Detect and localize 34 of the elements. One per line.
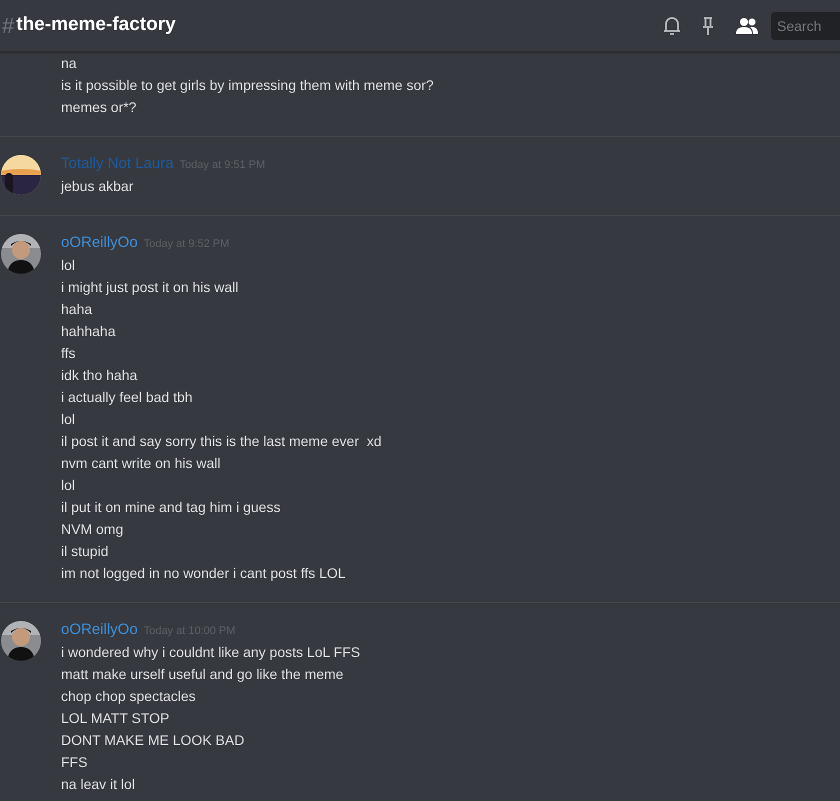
message-text: lol [61, 256, 76, 275]
message-text: il post it and say sorry this is the last meme ever xd [61, 432, 382, 451]
message-text: idk tho haha [61, 366, 138, 385]
channel-title: the-meme-factory [16, 13, 176, 38]
message-text: FFS [61, 753, 88, 772]
message-text: il put it on mine and tag him i guess [61, 498, 282, 517]
message-text: na [61, 54, 78, 73]
message-text: il stupid [61, 542, 110, 561]
author-name[interactable]: oOReillyOo [61, 232, 138, 254]
search-field[interactable]: Search [771, 12, 840, 40]
message-text: haha [61, 300, 94, 319]
message-text: lol [61, 476, 76, 495]
message-text: jebus akbar [61, 177, 134, 196]
message-text: nvm cant write on his wall [61, 454, 222, 473]
message-text: is it possible to get girls by impressing them with meme sor? [61, 76, 434, 95]
message-text: NVM omg [61, 520, 124, 539]
message-text: DONT MAKE ME LOOK BAD [61, 731, 246, 750]
message-text: i actually feel bad tbh [61, 388, 194, 407]
message-text: im not logged in no wonder i cant post ffs LOL [61, 564, 347, 583]
message-text: chop chop spectacles [61, 687, 197, 706]
message-text: na leav it lol [61, 775, 136, 794]
message-text: lol [61, 410, 76, 429]
pin-icon[interactable] [701, 16, 715, 36]
bell-icon[interactable] [663, 16, 681, 36]
message-text: ffs [61, 344, 77, 363]
message-text: memes or*? [61, 98, 138, 117]
hash-icon: # [2, 9, 14, 42]
author-name[interactable]: oOReillyOo [61, 619, 138, 642]
message-text: matt make urself useful and go like the meme [61, 665, 344, 684]
message-text: LOL MATT STOP [61, 709, 170, 728]
members-icon[interactable] [735, 16, 759, 34]
message-text: i might just post it on his wall [61, 278, 240, 297]
message-text: hahhaha [61, 322, 117, 341]
message-text: i wondered why i couldnt like any posts LoL FFS [61, 643, 360, 662]
